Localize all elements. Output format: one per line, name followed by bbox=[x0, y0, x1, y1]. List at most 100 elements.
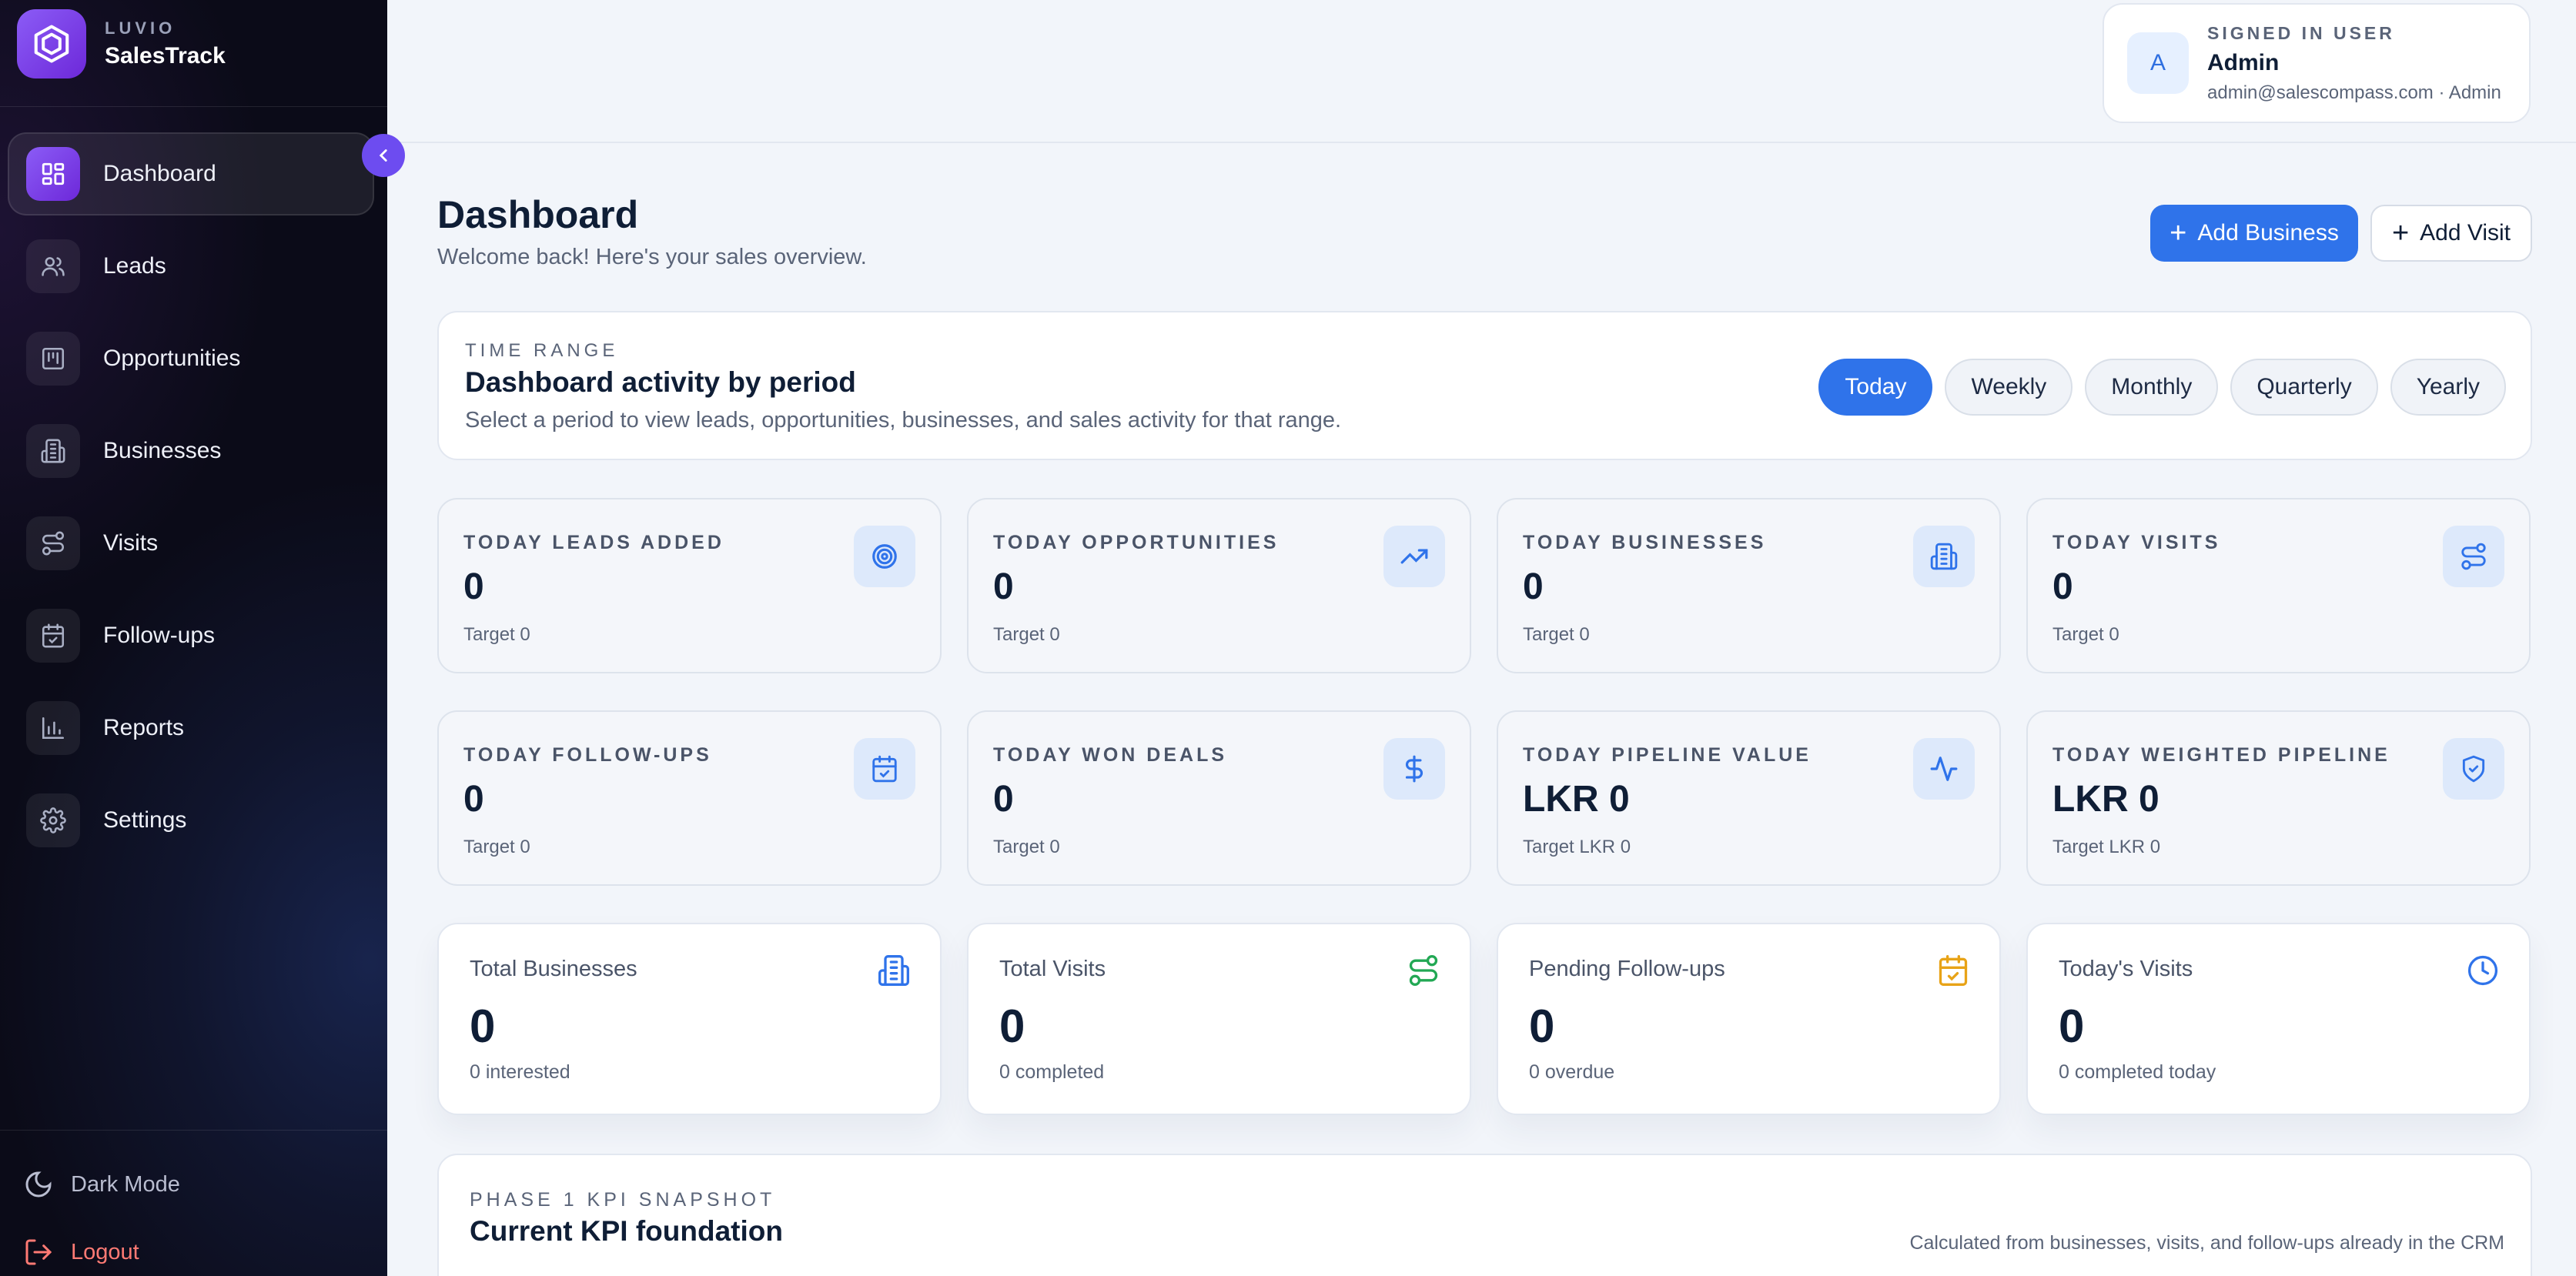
sidebar-item-label: Leads bbox=[103, 253, 166, 279]
stat-value: LKR 0 bbox=[1523, 779, 1630, 820]
summary-label: Total Visits bbox=[999, 957, 1106, 981]
building-icon bbox=[1913, 526, 1975, 587]
plus-icon: + bbox=[2391, 217, 2410, 249]
summary-value: 0 bbox=[999, 1000, 1025, 1052]
stat-label: TODAY OPPORTUNITIES bbox=[993, 532, 1280, 553]
sidebar-item-label: Settings bbox=[103, 807, 187, 833]
sidebar-divider bbox=[0, 1130, 387, 1131]
stat-target: Target 0 bbox=[993, 624, 1060, 645]
stat-value: LKR 0 bbox=[2052, 779, 2159, 820]
shield-check-icon bbox=[2443, 738, 2504, 800]
signed-in-label: SIGNED IN USER bbox=[2207, 22, 2395, 43]
brand[interactable]: LUVIO SalesTrack bbox=[17, 9, 226, 78]
summary-label: Pending Follow-ups bbox=[1529, 957, 1725, 981]
stat-card-follow-ups: TODAY FOLLOW-UPS 0 Target 0 bbox=[437, 710, 942, 886]
summary-card-pending-follow-ups: Pending Follow-ups 0 0 overdue bbox=[1497, 923, 2001, 1115]
sidebar-item-visits[interactable]: Visits bbox=[8, 502, 374, 585]
range-option-monthly[interactable]: Monthly bbox=[2085, 359, 2219, 416]
brand-company: LUVIO bbox=[105, 18, 176, 38]
sidebar-item-label: Opportunities bbox=[103, 346, 241, 371]
time-range-label: TIME RANGE bbox=[465, 340, 619, 361]
logout-icon bbox=[25, 1239, 52, 1265]
stat-label: TODAY PIPELINE VALUE bbox=[1523, 744, 1812, 766]
summary-sub: 0 completed today bbox=[2059, 1061, 2216, 1083]
time-range-card: TIME RANGE Dashboard activity by period … bbox=[437, 311, 2532, 460]
bar-chart-icon bbox=[26, 701, 80, 755]
route-icon bbox=[2443, 526, 2504, 587]
stat-label: TODAY WEIGHTED PIPELINE bbox=[2052, 744, 2390, 766]
sidebar-item-leads[interactable]: Leads bbox=[8, 225, 374, 308]
sidebar-item-label: Visits bbox=[103, 530, 159, 556]
sidebar-nav: Dashboard Leads Opportunities Businesses… bbox=[8, 132, 374, 871]
add-business-label: Add Business bbox=[2197, 220, 2339, 246]
trending-up-icon bbox=[1383, 526, 1445, 587]
collapse-sidebar-button[interactable] bbox=[362, 134, 405, 177]
stat-target: Target 0 bbox=[463, 837, 530, 857]
stat-card-won-deals: TODAY WON DEALS 0 Target 0 bbox=[967, 710, 1471, 886]
stat-label: TODAY WON DEALS bbox=[993, 744, 1228, 766]
calendar-check-icon bbox=[854, 738, 915, 800]
time-range-options: Today Weekly Monthly Quarterly Yearly bbox=[1818, 359, 2506, 416]
page-subtitle: Welcome back! Here's your sales overview… bbox=[437, 245, 867, 269]
stat-value: 0 bbox=[2052, 566, 2073, 607]
stat-card-visits: TODAY VISITS 0 Target 0 bbox=[2026, 498, 2531, 673]
add-visit-label: Add Visit bbox=[2420, 220, 2511, 246]
summary-label: Total Businesses bbox=[470, 957, 637, 981]
building-icon bbox=[878, 955, 909, 986]
activity-icon bbox=[1913, 738, 1975, 800]
route-icon bbox=[1409, 955, 1438, 986]
dark-mode-toggle[interactable]: Dark Mode bbox=[23, 1151, 180, 1218]
stat-label: TODAY BUSINESSES bbox=[1523, 532, 1767, 553]
sidebar-item-settings[interactable]: Settings bbox=[8, 779, 374, 862]
add-visit-button[interactable]: + Add Visit bbox=[2370, 205, 2532, 262]
stat-value: 0 bbox=[993, 779, 1014, 820]
range-option-quarterly[interactable]: Quarterly bbox=[2230, 359, 2378, 416]
stat-target: Target 0 bbox=[463, 624, 530, 645]
route-icon bbox=[26, 516, 80, 570]
plus-icon: + bbox=[2170, 217, 2187, 249]
sidebar: LUVIO SalesTrack Dashboard Leads Opportu… bbox=[0, 0, 387, 1276]
stat-target: Target 0 bbox=[2052, 624, 2119, 645]
gear-icon bbox=[26, 793, 80, 847]
stat-value: 0 bbox=[1523, 566, 1544, 607]
user-card[interactable]: A SIGNED IN USER Admin admin@salescompas… bbox=[2103, 3, 2531, 123]
brand-app-name: SalesTrack bbox=[105, 43, 226, 68]
summary-sub: 0 interested bbox=[470, 1061, 570, 1083]
summary-value: 0 bbox=[1529, 1000, 1555, 1052]
dollar-icon bbox=[1383, 738, 1445, 800]
range-option-yearly[interactable]: Yearly bbox=[2390, 359, 2506, 416]
stat-card-weighted-pipeline: TODAY WEIGHTED PIPELINE LKR 0 Target LKR… bbox=[2026, 710, 2531, 886]
summary-label: Today's Visits bbox=[2059, 957, 2193, 981]
stat-label: TODAY VISITS bbox=[2052, 532, 2221, 553]
summary-card-total-businesses: Total Businesses 0 0 interested bbox=[437, 923, 942, 1115]
user-name: Admin bbox=[2207, 49, 2280, 75]
sidebar-item-opportunities[interactable]: Opportunities bbox=[8, 317, 374, 400]
sidebar-item-reports[interactable]: Reports bbox=[8, 686, 374, 770]
page-title: Dashboard bbox=[437, 193, 639, 236]
dark-mode-label: Dark Mode bbox=[71, 1171, 180, 1197]
stat-target: Target 0 bbox=[993, 837, 1060, 857]
add-business-button[interactable]: + Add Business bbox=[2150, 205, 2358, 262]
time-range-title: Dashboard activity by period bbox=[465, 366, 856, 398]
sidebar-item-label: Dashboard bbox=[103, 161, 216, 186]
stat-card-leads: TODAY LEADS ADDED 0 Target 0 bbox=[437, 498, 942, 673]
chevron-left-icon bbox=[379, 149, 387, 162]
stat-label: TODAY LEADS ADDED bbox=[463, 532, 724, 553]
avatar: A bbox=[2127, 32, 2189, 94]
moon-icon bbox=[25, 1171, 52, 1198]
range-option-weekly[interactable]: Weekly bbox=[1945, 359, 2073, 416]
sidebar-item-businesses[interactable]: Businesses bbox=[8, 409, 374, 493]
sidebar-item-label: Businesses bbox=[103, 438, 222, 463]
range-option-today[interactable]: Today bbox=[1818, 359, 1933, 416]
stat-value: 0 bbox=[993, 566, 1014, 607]
logout-button[interactable]: Logout bbox=[23, 1218, 180, 1276]
sidebar-item-dashboard[interactable]: Dashboard bbox=[8, 132, 374, 215]
summary-card-todays-visits: Today's Visits 0 0 completed today bbox=[2026, 923, 2531, 1115]
stat-label: TODAY FOLLOW-UPS bbox=[463, 744, 712, 766]
stat-target: Target 0 bbox=[1523, 624, 1590, 645]
building-icon bbox=[26, 424, 80, 478]
sidebar-item-follow-ups[interactable]: Follow-ups bbox=[8, 594, 374, 677]
sidebar-item-label: Follow-ups bbox=[103, 623, 216, 648]
summary-sub: 0 completed bbox=[999, 1061, 1105, 1083]
clock-icon bbox=[2467, 955, 2498, 986]
